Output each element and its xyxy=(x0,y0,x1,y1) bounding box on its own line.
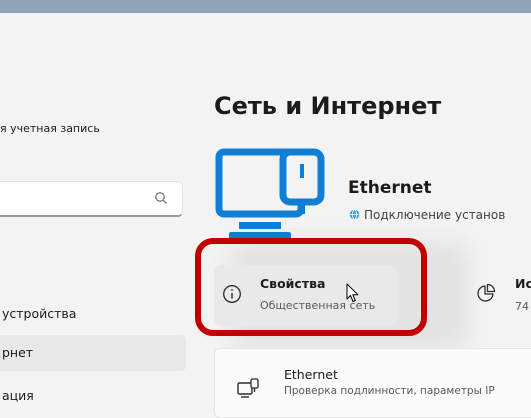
sidebar-item-devices[interactable]: устройства xyxy=(0,296,186,332)
sidebar-item-network[interactable]: рнет xyxy=(0,335,186,371)
ethernet-row-title: Ethernet xyxy=(284,367,338,382)
connection-status-text: Подключение установ xyxy=(364,208,506,222)
page-title: Сеть и Интернет xyxy=(214,92,442,120)
adapter-name: Ethernet xyxy=(348,178,432,198)
ethernet-row-subtitle: Проверка подлинности, параметры IP xyxy=(284,385,495,397)
data-usage-value: 74 xyxy=(515,300,529,313)
settings-search-input[interactable] xyxy=(0,181,183,217)
globe-icon xyxy=(349,209,360,220)
search-icon[interactable] xyxy=(154,191,168,205)
ethernet-icon xyxy=(237,378,259,398)
account-label[interactable]: я учетная запись xyxy=(0,122,100,135)
connection-status: Подключение установ xyxy=(349,208,505,222)
window-top-bar xyxy=(0,0,531,13)
pie-chart-icon xyxy=(477,283,496,302)
data-usage-title[interactable]: Ис xyxy=(515,276,531,291)
annotation-highlight-frame xyxy=(195,238,427,336)
sidebar-item-personalization[interactable]: ация xyxy=(0,378,186,414)
